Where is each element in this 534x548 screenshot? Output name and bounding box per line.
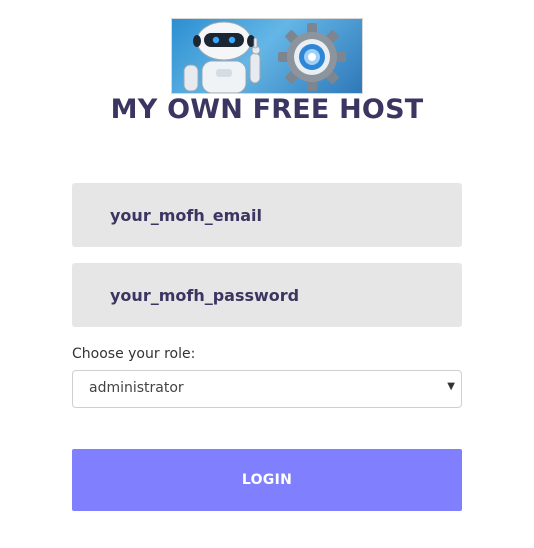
brand-logo: [171, 18, 363, 94]
role-selected-value: administrator: [89, 380, 184, 396]
login-button[interactable]: LOGIN: [72, 449, 462, 511]
dropdown-arrow-icon: ▼: [447, 381, 455, 392]
role-label: Choose your role:: [72, 346, 196, 362]
password-field[interactable]: [72, 263, 462, 327]
brand-title: MY OWN FREE HOST: [110, 94, 424, 125]
role-select[interactable]: administrator ▼: [72, 370, 462, 408]
robot-gear-logo-icon: [183, 21, 346, 93]
login-page: MY OWN FREE HOST Choose your role: admin…: [0, 0, 534, 548]
email-field[interactable]: [72, 183, 462, 247]
